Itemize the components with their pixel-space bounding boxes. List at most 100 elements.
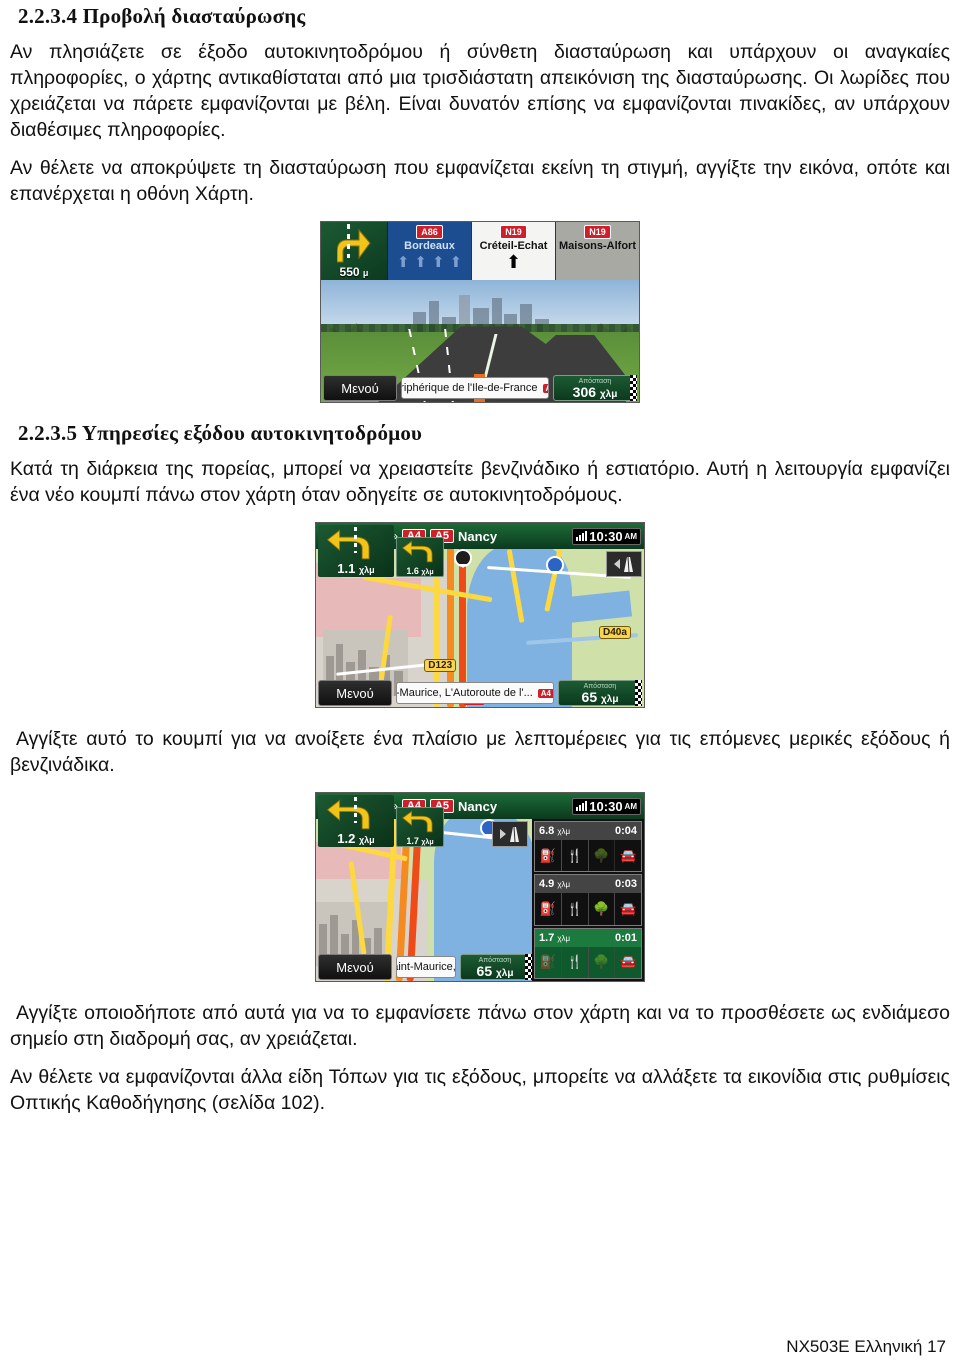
paragraph-2235-1: Κατά τη διάρκεια της πορείας, μπορεί να … — [10, 458, 950, 506]
exit-services-icons: ⛽ 🍴 🌳 🚘 — [535, 946, 641, 978]
turn-left-then-arrow-icon — [326, 529, 370, 560]
current-street-plate[interactable]: Saint-Maurice, L'Autoroute de l'... A4 E… — [396, 682, 554, 704]
car-repair-icon[interactable]: 🚘 — [615, 947, 641, 978]
road-shield: A86 — [416, 225, 443, 239]
remaining-distance-box[interactable]: Απόσταση 65 χλμ — [460, 954, 530, 980]
road-shield: N19 — [584, 225, 611, 239]
finish-checker-icon — [525, 954, 532, 980]
street-shield: A4 — [537, 688, 553, 698]
clock-time: 10:30 — [589, 528, 623, 544]
destination-name: Nancy — [458, 798, 498, 814]
exit-services-icons: ⛽ 🍴 🌳 🚘 — [535, 893, 641, 925]
next-turn-indicator-2[interactable]: 1.2 χλμ — [318, 795, 394, 847]
section-heading-2234: 2.2.3.4 Προβολή διασταύρωσης — [18, 4, 306, 28]
distance-value: 65 χλμ — [476, 962, 514, 979]
menu-button[interactable]: Μενού — [318, 680, 392, 706]
junction-view-figure: 550 μ A86 Bordeaux ⬆ ⬆ ⬆ ⬆ N19 Créteil-Echa… — [6, 221, 954, 403]
exit-card-0[interactable]: 6.8 χλμ 0:04 ⛽ 🍴 🌳 🚘 — [534, 821, 642, 873]
distance-value: 65 χλμ — [581, 688, 619, 705]
exit-time: 0:04 — [614, 825, 637, 837]
distance-value: 306 χλμ — [572, 383, 618, 400]
clock-meridiem: AM — [624, 801, 637, 811]
exit-distance: 6.8 χλμ — [539, 825, 571, 837]
junction-turn-distance: 550 μ — [339, 265, 369, 279]
sign-destination: Maisons-Alfort — [559, 240, 636, 252]
clock-time: 10:30 — [589, 798, 623, 814]
clock-meridiem: AM — [624, 531, 637, 541]
street-name: Périphérique de l'Ile-de-France — [401, 382, 538, 394]
fuel-pump-icon[interactable]: ⛽ — [535, 893, 562, 925]
junction-view-screen: 550 μ A86 Bordeaux ⬆ ⬆ ⬆ ⬆ N19 Créteil-Echa… — [320, 221, 640, 403]
street-name: Saint-Maurice, L'Autoroute de l'... — [396, 687, 533, 699]
exit-distance: 4.9 χλμ — [539, 878, 571, 891]
exit-services-panel[interactable]: 6.8 χλμ 0:04 ⛽ 🍴 🌳 🚘 4.9 χλμ 0:03 ⛽ 🍴 🌳 … — [532, 819, 644, 981]
next-turn-distance: 1.2 χλμ — [337, 831, 375, 846]
document-page: 2.2.3.4 Προβολή διασταύρωσης Αν πλησιάζε… — [0, 0, 960, 1371]
junction-sign-0: A86 Bordeaux ⬆ ⬆ ⬆ ⬆ — [388, 222, 472, 280]
exit-distance: 1.7 χλμ — [539, 931, 571, 944]
finish-checker-icon — [630, 375, 637, 401]
junction-sign-1: N19 Créteil-Echat ⬆ — [472, 222, 556, 280]
second-turn-indicator-2[interactable]: 1.7 χλμ — [396, 807, 444, 847]
remaining-distance-box[interactable]: Απόσταση 306 χλμ — [553, 375, 637, 401]
second-turn-indicator-1[interactable]: 1.6 χλμ — [396, 537, 444, 577]
merge-right-arrow-icon — [337, 228, 371, 263]
exit-card-2[interactable]: 1.7 χλμ 0:01 ⛽ 🍴 🌳 🚘 — [534, 927, 642, 979]
car-repair-icon[interactable]: 🚘 — [615, 893, 641, 924]
finish-checker-icon — [635, 680, 642, 706]
paragraph-2235-2: Αγγίξτε αυτό το κουμπί για να ανοίξετε έ… — [10, 728, 950, 776]
map-view-2-screen: » A4 A5 Nancy 10:30 AM 1.2 χλμ 1.7 χλμ 6… — [315, 792, 645, 982]
map-bottom-bar-1: Μενού Saint-Maurice, L'Autoroute de l'..… — [316, 679, 644, 707]
signal-strength-icon — [576, 801, 588, 811]
second-turn-distance: 1.6 χλμ — [406, 566, 434, 576]
road-shield: N19 — [500, 225, 527, 239]
map-view-1-figure: D123 D40a » A4 A5 Nancy 10:30 AM 1.1 χλμ… — [6, 522, 954, 708]
current-street-plate[interactable]: Périphérique de l'Ile-de-France A86 — [401, 377, 549, 399]
street-shield: A86 — [542, 383, 548, 393]
fuel-pump-icon[interactable]: ⛽ — [535, 946, 562, 978]
menu-button[interactable]: Μενού — [318, 954, 392, 980]
lane-arrows: ⬆ — [505, 252, 522, 272]
restaurant-icon[interactable]: 🍴 — [562, 946, 589, 978]
menu-button[interactable]: Μενού — [323, 375, 397, 401]
clock-display: 10:30 AM — [572, 527, 641, 545]
poi-marker-fuel[interactable] — [545, 556, 564, 578]
chevron-right-icon — [499, 829, 506, 839]
restaurant-icon[interactable]: 🍴 — [562, 893, 589, 925]
exit-card-1[interactable]: 4.9 χλμ 0:03 ⛽ 🍴 🌳 🚘 — [534, 874, 642, 926]
map-bottom-bar-2: Μενού Saint-Maurice, L' Απόσταση 65 χλμ — [316, 953, 532, 981]
next-turn-distance: 1.1 χλμ — [337, 561, 375, 576]
car-repair-icon[interactable]: 🚘 — [615, 840, 641, 871]
road-perspective-icon — [509, 826, 519, 842]
map-orientation-button[interactable] — [492, 821, 528, 847]
park-tree-icon[interactable]: 🌳 — [589, 840, 616, 872]
exit-services-icons: ⛽ 🍴 🌳 🚘 — [535, 840, 641, 872]
second-turn-distance: 1.7 χλμ — [406, 836, 434, 846]
road-label-d40a: D40a — [598, 626, 631, 640]
restaurant-icon[interactable]: 🍴 — [562, 840, 589, 872]
turn-left-arrow-icon — [401, 810, 433, 833]
park-tree-icon[interactable]: 🌳 — [589, 893, 616, 925]
map-view-1-screen: D123 D40a » A4 A5 Nancy 10:30 AM 1.1 χλμ… — [315, 522, 645, 708]
map-orientation-button[interactable] — [606, 551, 642, 577]
exit-time: 0:01 — [614, 931, 637, 944]
map-view-2-figure: » A4 A5 Nancy 10:30 AM 1.2 χλμ 1.7 χλμ 6… — [6, 792, 954, 982]
park-tree-icon[interactable]: 🌳 — [589, 946, 616, 978]
junction-bottom-bar: Μενού Périphérique de l'Ile-de-France A8… — [321, 374, 639, 402]
section-heading-2235: 2.2.3.5 Υπηρεσίες εξόδου αυτοκινητοδρόμο… — [18, 421, 423, 445]
next-turn-indicator-1[interactable]: 1.1 χλμ — [318, 525, 394, 577]
exit-card-header: 4.9 χλμ 0:03 — [535, 875, 641, 894]
poi-marker-dark[interactable] — [453, 548, 472, 571]
lane-arrows: ⬆ ⬆ ⬆ ⬆ — [396, 254, 463, 271]
exit-card-header: 1.7 χλμ 0:01 — [535, 928, 641, 947]
exit-card-header: 6.8 χλμ 0:04 — [535, 822, 641, 840]
clock-display: 10:30 AM — [572, 797, 641, 815]
remaining-distance-box[interactable]: Απόσταση 65 χλμ — [558, 680, 642, 706]
junction-sign-row: 550 μ A86 Bordeaux ⬆ ⬆ ⬆ ⬆ N19 Créteil-Echa… — [321, 222, 639, 280]
fuel-pump-icon[interactable]: ⛽ — [535, 840, 562, 872]
turn-left-then-arrow-icon — [326, 799, 370, 830]
paragraph-2234-2: Αν θέλετε να αποκρύψετε τη διασταύρωση π… — [10, 157, 950, 205]
junction-sign-2: N19 Maisons-Alfort — [556, 222, 639, 280]
current-street-plate[interactable]: Saint-Maurice, L' — [396, 956, 456, 978]
chevron-left-icon — [613, 559, 620, 569]
